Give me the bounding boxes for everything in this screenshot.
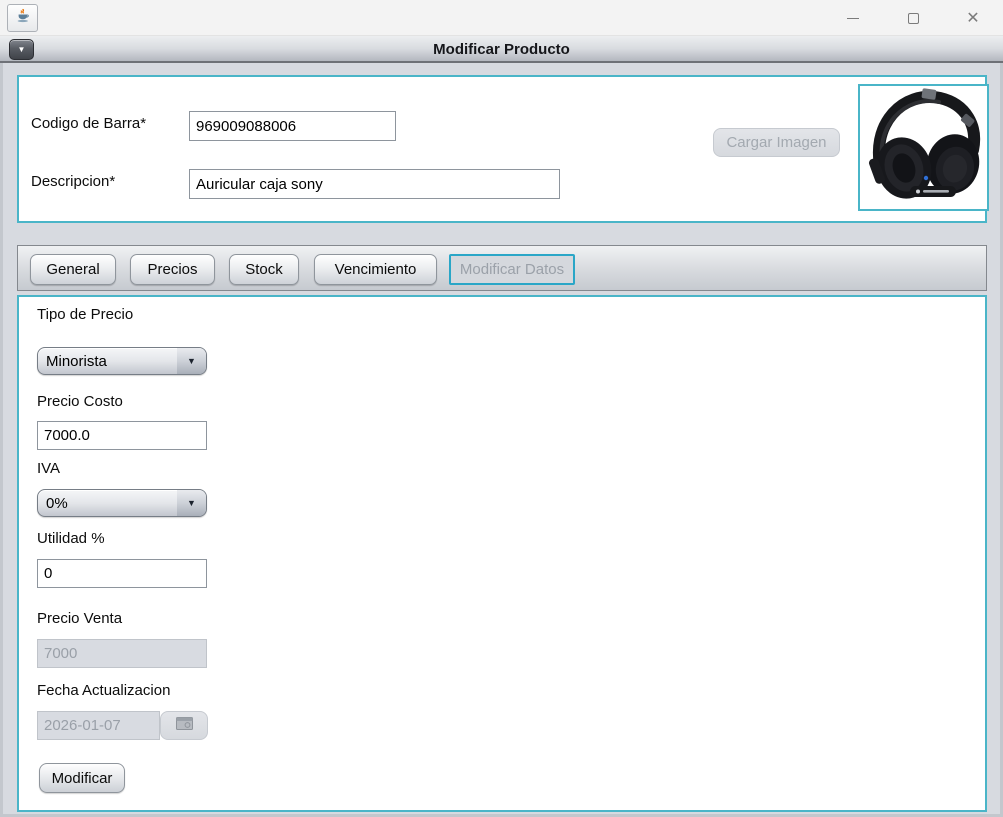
maximize-icon [908, 13, 919, 24]
iva-selected-value: 0% [38, 490, 177, 516]
chevron-down-icon: ▼ [187, 356, 196, 366]
tab-strip: General Precios Stock Vencimiento Modifi… [17, 245, 987, 291]
app-window-icon-button[interactable] [7, 4, 38, 32]
tab-vencimiento[interactable]: Vencimiento [314, 254, 437, 285]
os-titlebar: ✕ [0, 0, 1003, 36]
precio-costo-label: Precio Costo [37, 393, 123, 410]
tipo-precio-selected-value: Minorista [38, 348, 177, 374]
frame-menu-button[interactable]: ▼ [9, 39, 34, 60]
tab-general[interactable]: General [30, 254, 116, 285]
iva-select[interactable]: 0% ▼ [37, 489, 207, 517]
maximize-button[interactable] [883, 0, 943, 36]
tipo-precio-select[interactable]: Minorista ▼ [37, 347, 207, 375]
tab-stock[interactable]: Stock [229, 254, 299, 285]
precio-venta-label: Precio Venta [37, 610, 122, 627]
frame-titlebar: Modificar Producto ▼ [0, 36, 1003, 63]
tab-precios[interactable]: Precios [130, 254, 215, 285]
minimize-button[interactable] [823, 0, 883, 36]
frame-title: Modificar Producto [0, 36, 1003, 63]
calendar-picker-button[interactable] [160, 711, 208, 740]
calendar-icon [176, 717, 193, 734]
java-coffee-icon [15, 8, 31, 29]
utilidad-label: Utilidad % [37, 530, 105, 547]
fecha-actualizacion-input[interactable] [37, 711, 160, 740]
chevron-down-icon: ▼ [187, 498, 196, 508]
barcode-input[interactable] [189, 111, 396, 141]
description-label: Descripcion* [31, 173, 115, 190]
modificar-button[interactable]: Modificar [39, 763, 125, 793]
tipo-precio-label: Tipo de Precio [37, 306, 133, 323]
minimize-icon [847, 18, 859, 19]
precio-costo-input[interactable] [37, 421, 207, 450]
close-icon: ✕ [966, 8, 979, 28]
load-image-button[interactable]: Cargar Imagen [713, 128, 840, 157]
tab-modificar-datos[interactable]: Modificar Datos [449, 254, 575, 285]
description-input[interactable] [189, 169, 560, 199]
window-controls: ✕ [823, 0, 1003, 36]
precio-venta-input[interactable] [37, 639, 207, 668]
product-image [858, 84, 989, 211]
internal-frame: Modificar Producto ▼ Codigo de Barra* De… [0, 36, 1003, 817]
chevron-down-icon: ▼ [18, 45, 26, 54]
barcode-label: Codigo de Barra* [31, 115, 146, 132]
utilidad-input[interactable] [37, 559, 207, 588]
close-button[interactable]: ✕ [943, 0, 1003, 36]
product-header-panel: Codigo de Barra* Descripcion* Cargar Ima… [17, 75, 987, 223]
fecha-actualizacion-label: Fecha Actualizacion [37, 682, 170, 699]
precios-form-panel: Tipo de Precio Minorista ▼ Precio Costo … [17, 295, 987, 812]
iva-label: IVA [37, 460, 60, 477]
